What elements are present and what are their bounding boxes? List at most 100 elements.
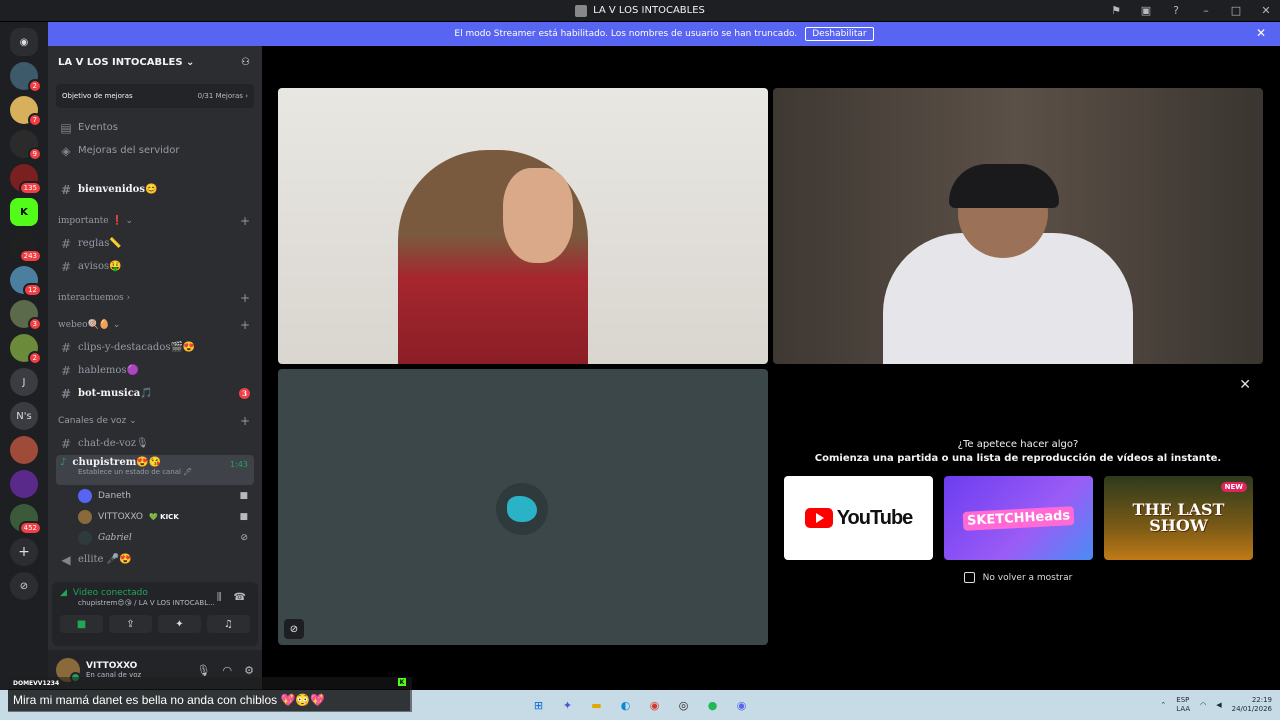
server-icon[interactable]: 7 bbox=[10, 96, 42, 127]
microphone-icon[interactable]: 🎙 bbox=[197, 664, 211, 677]
voice-channel-ellite[interactable]: ◀ ellite 🎤😍 bbox=[48, 548, 262, 571]
server-icon[interactable]: 12 bbox=[10, 266, 42, 297]
server-list: ◉ 2 7 9 135 K 243 12 3 2 J N's 452 + ⊘ bbox=[0, 22, 48, 690]
voice-user[interactable]: Daneth ■ bbox=[48, 485, 262, 506]
server-icon[interactable]: 452 bbox=[10, 504, 42, 535]
search-icon[interactable]: ✦ bbox=[558, 695, 578, 715]
server-icon[interactable]: 2 bbox=[10, 62, 42, 93]
close-icon[interactable]: ✕ bbox=[1239, 377, 1251, 393]
voice-channel-icon: ♪ bbox=[60, 457, 67, 468]
audio-tile[interactable]: ⊘ bbox=[278, 369, 768, 645]
category-importante[interactable]: importante ❗ ⌄ + bbox=[48, 209, 262, 232]
screen-icon[interactable]: ▣ bbox=[1138, 4, 1154, 17]
add-channel-icon[interactable]: + bbox=[240, 318, 250, 332]
disable-streamer-button[interactable]: Deshabilitar bbox=[805, 27, 874, 41]
channel-status[interactable]: Establece un estado de canal 🖊 bbox=[60, 468, 250, 476]
noise-suppression-icon[interactable]: ⫼ bbox=[217, 592, 222, 603]
add-server-icon[interactable]: + bbox=[10, 538, 38, 566]
muted-icon: ⊘ bbox=[240, 532, 248, 543]
activity-title: YouTube bbox=[836, 506, 914, 529]
activity-card-youtube[interactable]: YouTube bbox=[784, 476, 933, 560]
voice-user-name: VITTOXXO bbox=[98, 511, 143, 522]
maximize-icon[interactable]: □ bbox=[1228, 4, 1244, 17]
add-channel-icon[interactable]: + bbox=[240, 214, 250, 228]
voice-user[interactable]: Gabriel ⊘ bbox=[48, 527, 262, 548]
inbox-icon[interactable]: ⚑ bbox=[1108, 4, 1124, 17]
boost-icon: ◈ bbox=[61, 143, 71, 158]
boost-goal[interactable]: Objetivo de mejoras 0/31 Mejoras › bbox=[56, 84, 254, 108]
kick-server-icon[interactable]: K bbox=[10, 198, 38, 226]
category-voz[interactable]: Canales de voz ⌄ + bbox=[48, 409, 262, 432]
server-icon[interactable]: 135 bbox=[10, 164, 42, 195]
server-icon[interactable]: J bbox=[10, 368, 38, 396]
wifi-icon[interactable]: ◠ bbox=[1200, 701, 1206, 709]
voice-channel-chupistrem[interactable]: ♪ chupistrem😍😘 Establece un estado de can… bbox=[56, 455, 254, 485]
discord-home-icon[interactable]: ◉ bbox=[10, 28, 38, 56]
server-icon[interactable]: N's bbox=[10, 402, 38, 430]
chat-username: DOMEVV1234 bbox=[13, 680, 60, 687]
sidebar-item-boosts[interactable]: ◈ Mejoras del servidor bbox=[48, 139, 262, 162]
discord-icon[interactable]: ◉ bbox=[732, 695, 752, 715]
disconnect-icon[interactable]: ☎ bbox=[234, 592, 246, 603]
server-icon[interactable]: 2 bbox=[10, 334, 42, 365]
voice-user[interactable]: VITTOXXO 💚 KICK ■ bbox=[48, 506, 262, 527]
checkbox[interactable] bbox=[963, 572, 975, 583]
video-tile[interactable] bbox=[278, 88, 768, 364]
headphones-icon[interactable]: ◠ bbox=[223, 664, 233, 677]
server-icon[interactable] bbox=[10, 470, 38, 498]
stream-chat-overlay: DOMEVV1234 K Mira mi mamá danet es bella… bbox=[8, 677, 412, 712]
start-icon[interactable]: ⊞ bbox=[529, 695, 549, 715]
close-icon[interactable]: ✕ bbox=[1256, 26, 1266, 40]
activity-card-sketchheads[interactable]: SKETCHHeads bbox=[944, 476, 1093, 560]
channel-reglas[interactable]: # reglas📏 bbox=[48, 232, 262, 255]
dont-show-again[interactable]: No volver a mostrar bbox=[773, 572, 1263, 583]
video-tile[interactable] bbox=[773, 88, 1263, 364]
channel-bienvenidos[interactable]: # bienvenidos😊 bbox=[48, 178, 262, 201]
new-badge: NEW bbox=[1220, 482, 1247, 492]
voice-user-name: Gabriel bbox=[98, 532, 132, 543]
server-icon[interactable]: 243 bbox=[10, 232, 42, 263]
soundboard-button[interactable]: ♫ bbox=[207, 615, 250, 633]
server-icon[interactable]: 9 bbox=[10, 130, 42, 161]
channel-bot-musica[interactable]: # bot-musica🎵 3 bbox=[48, 382, 262, 405]
category-name: webeo🍭🥚 bbox=[58, 319, 110, 330]
add-channel-icon[interactable]: + bbox=[240, 414, 250, 428]
category-interactuemos[interactable]: interactuemos › + bbox=[48, 286, 262, 309]
category-webeo[interactable]: webeo🍭🥚 ⌄ + bbox=[48, 313, 262, 336]
camera-button[interactable]: ■ bbox=[60, 615, 103, 633]
hash-icon: # bbox=[60, 363, 72, 378]
category-name: interactuemos bbox=[58, 292, 124, 303]
server-icon[interactable]: 3 bbox=[10, 300, 42, 331]
activities-button[interactable]: ✦ bbox=[158, 615, 201, 633]
sidebar-item-events[interactable]: ▤ Eventos bbox=[48, 116, 262, 139]
activity-card-last-show[interactable]: THE LAST SHOW NEW bbox=[1104, 476, 1253, 560]
spotify-icon[interactable]: ● bbox=[703, 695, 723, 715]
server-header[interactable]: LA V LOS INTOCABLES ⌄ ⚇ bbox=[48, 46, 262, 78]
discover-icon[interactable]: ⊘ bbox=[10, 572, 38, 600]
volume-icon[interactable]: ◀ bbox=[1216, 701, 1221, 709]
add-channel-icon[interactable]: + bbox=[240, 291, 250, 305]
app-icon bbox=[575, 4, 588, 17]
voice-status: Video conectado bbox=[72, 588, 148, 598]
channel-hablemos[interactable]: # hablemos🟣 bbox=[48, 359, 262, 382]
gear-icon[interactable]: ⚙ bbox=[244, 664, 254, 677]
sidebar-item-label: Eventos bbox=[78, 122, 118, 133]
close-window-icon[interactable]: ✕ bbox=[1258, 4, 1274, 17]
obs-icon[interactable]: ◎ bbox=[674, 695, 694, 715]
channel-chat-de-voz[interactable]: # chat-de-voz🎙 bbox=[48, 432, 262, 455]
activity-subtitle: Comienza una partida o una lista de repr… bbox=[814, 453, 1222, 464]
clock[interactable]: 22:19 24/01/2026 bbox=[1232, 696, 1272, 714]
category-name: Canales de voz bbox=[58, 415, 127, 426]
server-icon[interactable] bbox=[10, 436, 38, 464]
chevron-up-icon[interactable]: ⌃ bbox=[1160, 701, 1166, 709]
input-language[interactable]: ESP bbox=[1176, 696, 1189, 704]
channel-clips[interactable]: # clips-y-destacados🎬😍 bbox=[48, 336, 262, 359]
edge-icon[interactable]: ◐ bbox=[616, 695, 636, 715]
invite-people-icon[interactable]: ⚇ bbox=[241, 57, 250, 68]
folder-icon[interactable]: ▬ bbox=[587, 695, 607, 715]
screen-share-button[interactable]: ⇪ bbox=[109, 615, 152, 633]
help-icon[interactable]: ? bbox=[1168, 4, 1184, 17]
minimize-icon[interactable]: – bbox=[1198, 4, 1214, 17]
chrome-icon[interactable]: ◉ bbox=[645, 695, 665, 715]
channel-avisos[interactable]: # avisos🤑 bbox=[48, 255, 262, 278]
